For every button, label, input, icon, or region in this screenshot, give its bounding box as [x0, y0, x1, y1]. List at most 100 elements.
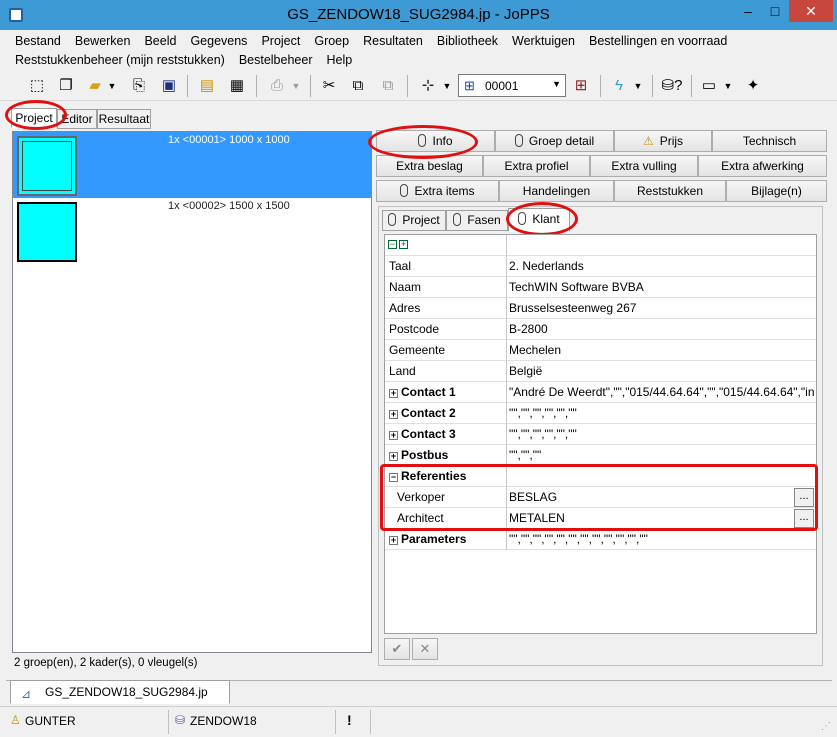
expand-icon[interactable]: + — [389, 536, 398, 545]
grid-key: Postbus — [401, 448, 449, 462]
window-icon[interactable]: ▭ — [698, 75, 720, 97]
combo-value: 00001 — [485, 79, 519, 93]
minimize-button[interactable]: – — [735, 0, 761, 22]
select-dropdown-icon[interactable]: ▼ — [441, 75, 453, 97]
cancel-button[interactable]: ✕ — [412, 638, 438, 660]
reststukken-button[interactable]: Reststukken — [614, 180, 726, 202]
window-dropdown-icon[interactable]: ▼ — [722, 75, 734, 97]
wand-icon[interactable]: ✦ — [742, 75, 764, 97]
extra-vulling-button[interactable]: Extra vulling — [590, 155, 698, 177]
status-db: ZENDOW18 — [190, 714, 257, 728]
frame-thumbnail — [17, 136, 77, 196]
grid-row[interactable]: + Contact 2 "","","","","","" — [385, 403, 816, 424]
menu-row1-0[interactable]: Bestand — [8, 31, 68, 51]
left-status: 2 groep(en), 2 kader(s), 0 vleugel(s) — [14, 657, 198, 669]
chevron-down-icon[interactable]: ▼ — [552, 79, 561, 89]
expand-icon[interactable]: + — [389, 410, 398, 419]
highlight-referenties — [380, 464, 818, 531]
lightning-dropdown-icon[interactable]: ▼ — [632, 75, 644, 97]
subtab-project[interactable]: Project — [382, 210, 446, 231]
menu-row1-3[interactable]: Gegevens — [183, 31, 254, 51]
menu-row1-1[interactable]: Bewerken — [68, 31, 138, 51]
menu-row1-9[interactable]: Bestellingen en voorraad — [582, 31, 734, 51]
confirm-button[interactable]: ✔ — [384, 638, 410, 660]
open-folder-icon[interactable]: ▰ — [84, 75, 106, 97]
grid-row[interactable]: Postcode B-2800 — [385, 319, 816, 340]
alert-icon[interactable]: ! — [347, 712, 352, 728]
copy-icon[interactable]: ❐ — [55, 75, 77, 97]
copy-paste-icon[interactable]: ⧉ — [347, 75, 369, 97]
grid-row[interactable]: + Postbus "","","" — [385, 445, 816, 466]
open-dropdown-icon[interactable]: ▼ — [106, 75, 118, 97]
menu-row2-2[interactable]: Help — [319, 50, 359, 70]
menu-row2-0[interactable]: Reststukkenbeheer (mijn reststukken) — [8, 50, 232, 70]
table-icon[interactable]: ▦ — [226, 75, 248, 97]
paste-icon[interactable]: ▤ — [196, 75, 218, 97]
database-icon: ⛁ — [175, 713, 186, 727]
highlight-project-tab — [5, 100, 67, 130]
grid-value: B-2800 — [509, 322, 548, 336]
grid-key: Contact 2 — [401, 406, 456, 420]
print-icon[interactable]: ⎙ — [266, 75, 288, 97]
grid-row[interactable]: + Parameters "","","","","","","","","",""… — [385, 529, 816, 550]
user-icon: ♙ — [10, 713, 21, 727]
handelingen-button[interactable]: Handelingen — [499, 180, 614, 202]
lightning-icon[interactable]: ϟ — [608, 75, 630, 97]
menu-row1-2[interactable]: Beeld — [137, 31, 183, 51]
grid-value: Brusselsesteenweg 267 — [509, 301, 637, 315]
grid-row[interactable]: Taal 2. Nederlands — [385, 256, 816, 277]
grid-icon[interactable]: ⊞ — [570, 75, 592, 97]
extra-items-button[interactable]: Extra items — [376, 180, 499, 202]
new-doc-icon[interactable]: ⬚ — [26, 75, 48, 97]
expand-all-icon[interactable]: + — [399, 240, 408, 249]
menu-row1-5[interactable]: Groep — [307, 31, 356, 51]
subtab-fasen[interactable]: Fasen — [446, 210, 508, 231]
cut-icon[interactable]: ✂ — [318, 75, 340, 97]
print-dropdown-icon[interactable]: ▼ — [290, 75, 302, 97]
warning-icon: ⚠ — [642, 134, 654, 148]
bijlagen-button[interactable]: Bijlage(n) — [726, 180, 827, 202]
resize-grip-icon[interactable]: ⋰ — [821, 721, 831, 732]
expand-icon[interactable]: + — [389, 389, 398, 398]
grid-row[interactable]: + Contact 3 "","","","","","" — [385, 424, 816, 445]
grid-row[interactable]: Gemeente Mechelen — [385, 340, 816, 361]
collapse-all-icon[interactable]: − — [388, 240, 397, 249]
expand-icon[interactable]: + — [389, 452, 398, 461]
maximize-button[interactable]: □ — [762, 0, 788, 22]
select-icon[interactable]: ⊹ — [417, 75, 439, 97]
grid-key: Gemeente — [389, 343, 446, 357]
highlight-info-button — [368, 125, 478, 159]
close-button[interactable]: ✕ — [789, 0, 833, 22]
grid-key: Adres — [389, 301, 421, 315]
document-tab[interactable]: ⊿ GS_ZENDOW18_SUG2984.jp — [10, 680, 230, 704]
extra-profiel-button[interactable]: Extra profiel — [483, 155, 590, 177]
grid-value: "André De Weerdt","","015/44.64.64","","… — [509, 385, 815, 399]
grid-row[interactable]: Adres Brusselsesteenweg 267 — [385, 298, 816, 319]
tab-resultaat[interactable]: Resultaat — [97, 109, 151, 129]
menu-row1-8[interactable]: Werktuigen — [505, 31, 582, 51]
menu-row1-7[interactable]: Bibliotheek — [430, 31, 505, 51]
menu-row1-6[interactable]: Resultaten — [356, 31, 430, 51]
save-icon[interactable]: ▣ — [158, 75, 180, 97]
paperclip-icon — [453, 213, 462, 226]
paste-special-icon[interactable]: ⧉ — [377, 75, 399, 97]
prijs-button[interactable]: ⚠ Prijs — [614, 130, 712, 152]
grid-key: Naam — [389, 280, 422, 294]
highlight-klant-tab — [506, 202, 578, 236]
grid-row[interactable]: Land België — [385, 361, 816, 382]
new-variant-icon[interactable]: ⎘ — [128, 75, 150, 97]
menu-row1-4[interactable]: Project — [254, 31, 307, 51]
grid-key: Land — [389, 364, 416, 378]
expand-icon[interactable]: + — [389, 431, 398, 440]
menu-row2-1[interactable]: Bestelbeheer — [232, 50, 320, 70]
grid-row[interactable]: Naam TechWIN Software BVBA — [385, 277, 816, 298]
group-list[interactable]: 1x <00001> 1000 x 1000 1x <00002> 1500 x… — [12, 131, 372, 653]
toolbar: ⬚ ❐ ▰ ▼ ⎘ ▣ ▤ ▦ ⎙ ▼ ✂ ⧉ ⧉ ⊹ ▼ ⊞ ϟ ▼ ⛁? ▭… — [0, 71, 837, 101]
database-help-icon[interactable]: ⛁? — [661, 75, 683, 97]
grid-key: Postcode — [389, 322, 440, 336]
extra-afwerking-button[interactable]: Extra afwerking — [698, 155, 827, 177]
grid-row[interactable]: + Contact 1 "André De Weerdt","","015/44.6… — [385, 382, 816, 403]
technisch-button[interactable]: Technisch — [712, 130, 827, 152]
groep-detail-button[interactable]: Groep detail — [495, 130, 614, 152]
group-combo[interactable]: ⊞ 00001 ▼ — [458, 74, 566, 97]
